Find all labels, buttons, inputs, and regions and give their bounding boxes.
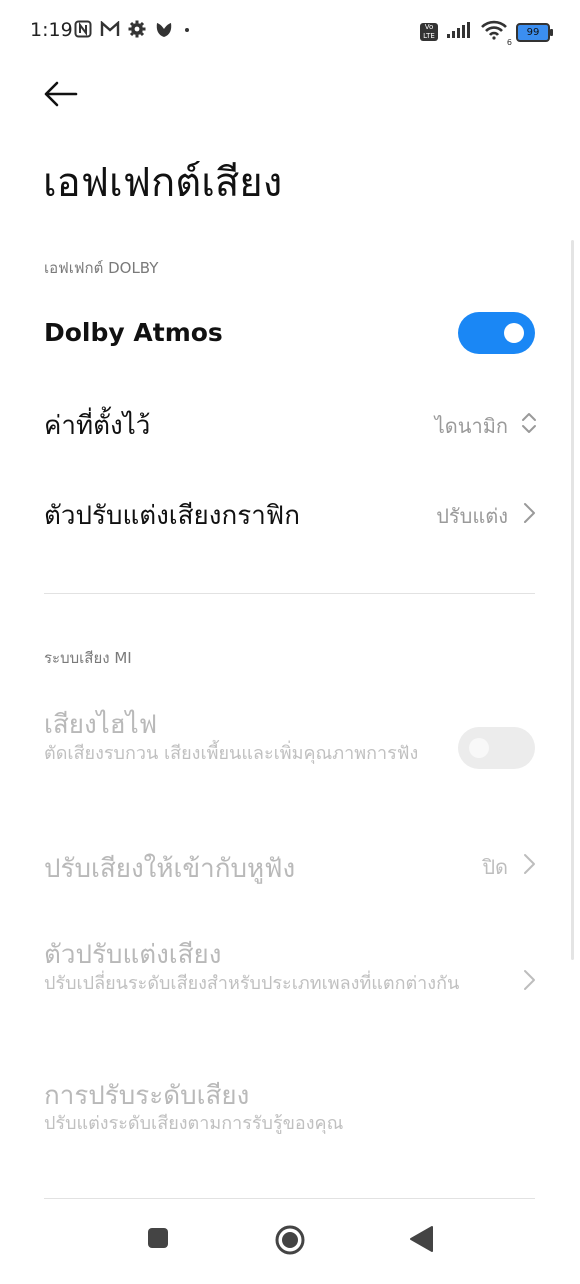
status-notification-icons: [74, 20, 192, 44]
circle-icon: [275, 1225, 305, 1255]
square-icon: [148, 1228, 168, 1248]
battery-icon: 99: [516, 22, 553, 42]
level-description: ปรับแต่งระดับเสียงตามการรับรู้ของคุณ: [44, 1113, 344, 1134]
navigation-bar: [0, 1200, 580, 1284]
wifi-band-label: 6: [506, 38, 512, 47]
signal-icon: [446, 21, 472, 43]
app-leaf-icon: [154, 20, 174, 44]
graphic-eq-label: ตัวปรับแต่งเสียงกราฟิก: [44, 501, 300, 531]
chevron-right-icon: [524, 503, 535, 523]
dolby-atmos-toggle[interactable]: [458, 312, 535, 354]
nfc-icon: [74, 20, 92, 44]
back-arrow-icon: [44, 81, 78, 107]
status-system-icons: Vo LTE 6 99: [420, 20, 553, 47]
ear-adapt-value: ปิด: [482, 855, 508, 879]
up-down-chevron-icon: [522, 413, 536, 433]
page-title: เอฟเฟกต์เสียง: [43, 160, 283, 206]
ear-adapt-label: ปรับเสียงให้เข้ากับหูฟัง: [44, 854, 296, 884]
preset-label: ค่าที่ตั้งไว้: [44, 411, 151, 441]
wifi-icon: 6: [480, 20, 512, 47]
graphic-eq-value: ปรับแต่ง: [436, 504, 508, 528]
chevron-right-icon: [524, 970, 535, 990]
settings-gear-icon: [128, 20, 146, 44]
preset-value: ไดนามิก: [434, 414, 508, 438]
home-button[interactable]: [274, 1224, 306, 1260]
bottom-divider: [44, 1198, 535, 1199]
gmail-icon: [100, 20, 120, 43]
hifi-description: ตัดเสียงรบกวน เสียงเพี้ยนและเพิ่มคุณภาพก…: [44, 743, 419, 764]
scrollbar[interactable]: [571, 240, 574, 960]
section-header-dolby: เอฟเฟกต์ DOLBY: [44, 259, 159, 277]
status-time: 1:19: [30, 19, 73, 41]
equalizer-description: ปรับเปลี่ยนระดับเสียงสำหรับประเภทเพลงที่…: [44, 973, 460, 994]
toggle-knob: [504, 323, 524, 343]
hifi-toggle[interactable]: [458, 727, 535, 769]
equalizer-label: ตัวปรับแต่งเสียง: [44, 940, 222, 970]
dolby-atmos-label: Dolby Atmos: [44, 318, 223, 347]
section-divider: [44, 593, 535, 594]
volte-icon: Vo LTE: [420, 23, 438, 41]
toggle-knob: [469, 738, 489, 758]
recents-button[interactable]: [146, 1226, 170, 1254]
triangle-back-icon: [410, 1226, 433, 1252]
dot-icon: [182, 20, 192, 44]
back-nav-button[interactable]: [408, 1225, 434, 1257]
status-bar: 1:19 Vo LTE 6 99: [0, 0, 580, 64]
back-button[interactable]: [40, 74, 84, 114]
chevron-right-icon: [524, 854, 535, 874]
hifi-label: เสียงไฮไฟ: [44, 710, 158, 740]
section-header-mi: ระบบเสียง MI: [44, 649, 132, 667]
battery-level: 99: [526, 26, 540, 38]
